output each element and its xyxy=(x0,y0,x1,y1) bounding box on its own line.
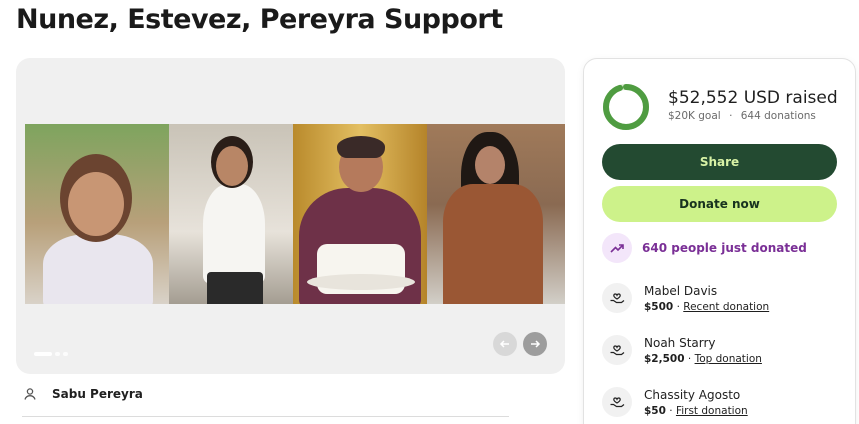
donor-item: Noah Starry $2,500 · Top donation xyxy=(602,335,762,365)
page-title: Nunez, Estevez, Pereyra Support xyxy=(16,4,503,35)
donor-details: Mabel Davis $500 · Recent donation xyxy=(644,284,769,313)
donor-name: Mabel Davis xyxy=(644,283,718,298)
recent-activity: 640 people just donated xyxy=(602,233,807,263)
separator: · xyxy=(687,352,692,365)
first-donation-link[interactable]: First donation xyxy=(676,405,748,417)
slide-indicator xyxy=(34,352,68,356)
separator: · xyxy=(669,404,673,417)
donor-amount: $50 xyxy=(644,404,666,417)
donor-meta: $50 · First donation xyxy=(644,405,748,417)
hand-heart-icon xyxy=(602,283,632,313)
photo-gallery[interactable] xyxy=(16,58,565,374)
recent-activity-text: 640 people just donated xyxy=(642,241,807,255)
amount-raised: $52,552 USD raised xyxy=(668,88,838,108)
separator: · xyxy=(729,110,733,122)
divider xyxy=(22,416,509,417)
photo-young-woman xyxy=(427,124,565,304)
slide-dot[interactable] xyxy=(55,352,60,356)
photo-boy xyxy=(169,124,293,304)
separator: · xyxy=(676,300,680,313)
photo-woman-cake xyxy=(293,124,427,304)
donation-panel: $52,552 USD raised $20K goal · 644 donat… xyxy=(583,58,856,424)
donor-meta: $2,500 · Top donation xyxy=(644,353,762,365)
organizer-name[interactable]: Sabu Pereyra xyxy=(52,387,143,401)
donation-count: 644 donations xyxy=(740,110,816,122)
arrow-right-icon xyxy=(531,340,541,348)
top-donation-link[interactable]: Top donation xyxy=(695,353,762,365)
next-photo-button[interactable] xyxy=(523,332,547,356)
trending-up-icon xyxy=(602,233,632,263)
donor-details: Chassity Agosto $50 · First donation xyxy=(644,388,748,417)
slide-dot-active[interactable] xyxy=(34,352,52,356)
hand-heart-icon xyxy=(602,335,632,365)
donor-amount: $2,500 xyxy=(644,352,685,365)
photo-strip[interactable] xyxy=(25,124,565,304)
donor-details: Noah Starry $2,500 · Top donation xyxy=(644,336,762,365)
previous-photo-button[interactable] xyxy=(493,332,517,356)
photo-girl xyxy=(25,124,169,304)
donor-meta: $500 · Recent donation xyxy=(644,301,769,313)
person-icon xyxy=(24,388,36,400)
organizer: Sabu Pereyra xyxy=(22,386,143,402)
slide-dot[interactable] xyxy=(63,352,68,356)
donor-item: Chassity Agosto $50 · First donation xyxy=(602,387,748,417)
hand-heart-icon xyxy=(602,387,632,417)
donor-amount: $500 xyxy=(644,300,674,313)
recent-donation-link[interactable]: Recent donation xyxy=(683,301,769,313)
share-button[interactable]: Share xyxy=(602,144,837,180)
progress-ring xyxy=(603,84,649,130)
donor-item: Mabel Davis $500 · Recent donation xyxy=(602,283,769,313)
donor-name: Noah Starry xyxy=(644,335,716,350)
donate-now-button[interactable]: Donate now xyxy=(602,186,837,222)
goal-summary: $20K goal · 644 donations xyxy=(668,110,816,122)
donor-name: Chassity Agosto xyxy=(644,387,741,402)
arrow-left-icon xyxy=(499,340,509,348)
goal-amount: $20K goal xyxy=(668,110,721,122)
